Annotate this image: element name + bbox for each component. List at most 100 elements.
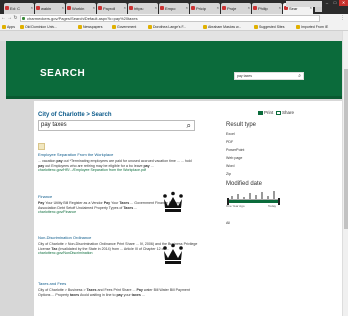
charlotte-crown-icon <box>163 243 183 264</box>
address-input[interactable]: charmeckers.gov/Pages/Search/Default.asp… <box>20 15 320 22</box>
snippet-text: ... <box>140 292 145 297</box>
result-type-heading: Result type <box>226 122 257 128</box>
browser-tab[interactable]: Pricip × <box>190 3 220 14</box>
result-type-zip[interactable]: Zip <box>226 170 316 178</box>
bookmark-label: Old Dominion Univ... <box>25 25 57 29</box>
close-tab-icon[interactable]: × <box>186 5 188 10</box>
forward-button[interactable]: → <box>7 16 12 21</box>
date-all-link[interactable]: All <box>226 219 316 227</box>
slider-end-label: Today <box>268 204 277 208</box>
search-icon[interactable]: ⌕ <box>187 122 191 130</box>
bookmark-label: Apps <box>7 25 15 29</box>
bookmark-item[interactable]: Dorothea Lange's F... <box>148 24 186 30</box>
share-icon <box>276 110 281 115</box>
header-divider <box>6 96 342 99</box>
header-search-input[interactable]: pay taxes ⌕ <box>234 72 304 80</box>
maximize-button[interactable]: □ <box>331 0 339 6</box>
browser-tab[interactable]: https: × <box>128 3 158 14</box>
bookmark-icon <box>148 25 152 29</box>
snippet-text: City of Charlotte > Business > <box>38 288 87 292</box>
highlighted-term: taxes <box>69 292 80 297</box>
profile-button[interactable] <box>286 1 322 7</box>
search-query: pay taxes <box>41 122 67 128</box>
browser-tab[interactable]: wakin × <box>35 3 65 14</box>
search-input[interactable]: pay taxes ⌕ <box>38 120 195 131</box>
print-button[interactable]: Print <box>258 110 273 115</box>
close-tab-icon[interactable]: × <box>155 5 157 10</box>
bookmark-item[interactable]: Imported From IE <box>296 24 328 30</box>
snippet-text: ... <box>133 205 138 210</box>
close-tab-icon[interactable]: × <box>217 5 219 10</box>
result-title-link[interactable]: Taxes and Fees <box>38 281 198 286</box>
result-type-webpage[interactable]: Web page <box>226 154 316 162</box>
share-button[interactable]: Share <box>276 110 294 115</box>
close-tab-icon[interactable]: × <box>93 5 95 10</box>
folder-icon <box>78 25 82 29</box>
favicon-icon <box>5 6 9 10</box>
tab-label: Pricip <box>196 6 207 11</box>
slider-track[interactable] <box>227 198 280 205</box>
page-scrollbar[interactable] <box>342 31 348 316</box>
result-url[interactable]: charlottenc.gov/HR/.../Employee Separati… <box>38 168 198 173</box>
web-page: SEARCH pay taxes ⌕ City of Charlotte > S… <box>0 31 342 316</box>
result-type-powerpoint[interactable]: PowerPoint <box>226 146 316 154</box>
close-tab-icon[interactable]: × <box>279 5 281 10</box>
close-tab-icon[interactable]: × <box>124 5 126 10</box>
highlighted-term: Taxes <box>119 201 130 205</box>
result-title-link[interactable]: Employee Separation From the Workplace <box>38 152 198 157</box>
bookmark-icon <box>203 25 207 29</box>
bookmark-icon <box>254 25 258 29</box>
bookmark-item[interactable]: Apps <box>2 24 15 30</box>
page-title: SEARCH <box>40 68 86 79</box>
browser-tab[interactable]: Proje × <box>221 3 251 14</box>
bookmark-item[interactable]: Newspapers <box>78 24 102 30</box>
scrollbar-thumb[interactable] <box>344 69 348 229</box>
bookmark-item[interactable]: Old Dominion Univ... <box>20 24 57 30</box>
snippet-text: and Fees Print Share ... <box>96 288 137 292</box>
favicon-icon <box>222 6 226 10</box>
browser-tab[interactable]: Payroll × <box>97 3 127 14</box>
modified-date-slider[interactable]: One Year Ago Today <box>226 189 316 219</box>
close-tab-icon[interactable]: × <box>31 5 33 10</box>
apps-icon <box>2 25 6 29</box>
address-bar-row: ← → ↻ charmeckers.gov/Pages/Search/Defau… <box>0 14 348 23</box>
bookmark-item[interactable]: Government <box>112 24 136 30</box>
result-type-word[interactable]: Word <box>226 162 316 170</box>
favicon-icon <box>160 6 164 10</box>
close-tab-icon[interactable]: × <box>62 5 64 10</box>
bookmark-label: Abraham Maslow w... <box>208 25 242 29</box>
tab-label: Payroll <box>103 6 116 11</box>
snippet-text: Your <box>110 201 120 205</box>
folder-icon <box>112 25 116 29</box>
browser-tab[interactable]: Ed: C × <box>4 3 34 14</box>
reload-button[interactable]: ↻ <box>13 16 18 21</box>
snippet-text: (invalidated by the State in 2014) from … <box>57 246 169 251</box>
result-type-excel[interactable]: Excel <box>226 130 316 138</box>
browser-tab[interactable]: Philip × <box>252 3 282 14</box>
date-histogram <box>227 191 280 200</box>
result-type-pdf[interactable]: PDF <box>226 138 316 146</box>
bookmark-label: Imported From IE <box>301 25 329 29</box>
close-tab-icon[interactable]: × <box>248 5 250 10</box>
browser-menu-icon[interactable]: ⋮ <box>340 15 345 21</box>
snippet-text: Avoid waiting in line to <box>79 292 117 297</box>
minimize-button[interactable]: – <box>323 0 331 6</box>
close-window-button[interactable]: ✕ <box>339 0 348 6</box>
tab-label: https: <box>134 6 144 11</box>
search-result: Taxes and Fees City of Charlotte > Busin… <box>38 281 198 297</box>
browser-tab[interactable]: Empo × <box>159 3 189 14</box>
bookmark-item[interactable]: Abraham Maslow w... <box>203 24 241 30</box>
tab-label: wakin <box>41 6 52 11</box>
bookmark-label: Dorothea Lange's F... <box>153 25 187 29</box>
back-button[interactable]: ← <box>1 16 6 21</box>
search-result: Employee Separation From the Workplace .… <box>38 152 198 173</box>
site-top-band <box>0 31 342 41</box>
browser-tab-bar: Ed: C × wakin × Workin × Payroll × https: × E… <box>0 0 348 14</box>
bookmark-icon <box>20 25 24 29</box>
search-icon[interactable]: ⌕ <box>298 74 301 79</box>
bookmark-item[interactable]: Suggested Sites <box>254 24 285 30</box>
result-title-link[interactable]: Non-Discrimination Ordinance <box>38 235 198 240</box>
search-header: SEARCH pay taxes ⌕ <box>6 41 342 96</box>
browser-tab[interactable]: Workin × <box>66 3 96 14</box>
slider-handle-end[interactable] <box>278 198 280 205</box>
